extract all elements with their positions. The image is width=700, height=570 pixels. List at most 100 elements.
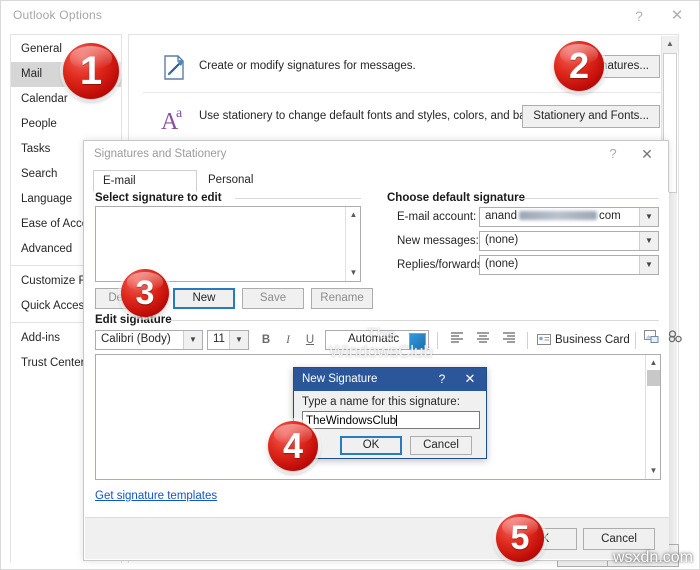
- new-signature-button[interactable]: New: [173, 288, 235, 309]
- svg-text:a: a: [176, 106, 183, 121]
- font-size-value: 11: [213, 333, 225, 345]
- bold-button[interactable]: B: [257, 330, 275, 351]
- new-signature-close-icon[interactable]: ✕: [462, 371, 478, 387]
- editor-scrollbar-thumb[interactable]: [647, 370, 660, 386]
- rename-signature-label: Rename: [320, 292, 364, 304]
- outlook-options-titlebar: Outlook Options ? ✕: [1, 1, 699, 31]
- new-messages-value: (none): [485, 234, 519, 246]
- signatures-cancel-label: Cancel: [601, 533, 637, 545]
- signatures-and-stationery-dialog: Signatures and Stationery ? ✕ E-mail Sig…: [83, 140, 682, 561]
- font-color-value: Automatic: [348, 333, 400, 345]
- insert-picture-icon[interactable]: [641, 330, 661, 351]
- stationery-and-fonts-button[interactable]: Stationery and Fonts...: [522, 105, 660, 128]
- signature-list-scroll-down-icon[interactable]: ▼: [346, 266, 361, 280]
- business-card-icon: [537, 332, 551, 353]
- edit-signature-group-rule: [167, 320, 659, 321]
- tab-personal-stationery[interactable]: Personal Stationery: [199, 170, 315, 207]
- align-center-icon[interactable]: [473, 330, 493, 351]
- replies-forwards-chevron-down-icon[interactable]: ▼: [639, 256, 658, 274]
- screenshot-root: Outlook Options ? ✕ General Mail Calenda…: [0, 0, 700, 570]
- callout-badge-4: 4: [268, 421, 318, 471]
- new-signature-ok-label: OK: [362, 439, 380, 451]
- signatures-row-text: Create or modify signatures for messages…: [199, 60, 416, 72]
- signatures-dialog-footer: OK Cancel: [85, 517, 669, 559]
- new-signature-label: New: [192, 292, 216, 304]
- toolbar-separator-3: [635, 332, 636, 349]
- italic-button[interactable]: I: [279, 330, 297, 351]
- rename-signature-button[interactable]: Rename: [311, 288, 373, 309]
- help-icon[interactable]: ?: [629, 6, 649, 26]
- signature-list-scrollbar[interactable]: ▲ ▼: [345, 207, 360, 281]
- stationery-font-icon: A a: [159, 103, 189, 135]
- toolbar-separator-2: [527, 332, 528, 349]
- font-size-combo[interactable]: 11 ▼: [207, 330, 249, 350]
- signatures-close-icon[interactable]: ✕: [638, 145, 656, 163]
- font-family-combo[interactable]: Calibri (Body) ▼: [95, 330, 203, 350]
- stationery-row: A a Use stationery to change default fon…: [143, 92, 664, 142]
- signatures-tabstrip: E-mail Signature Personal Stationery: [93, 170, 661, 208]
- callout-badge-3: 3: [121, 269, 169, 317]
- business-card-button[interactable]: Business Card: [537, 330, 631, 351]
- font-color-swatch-icon[interactable]: [409, 333, 426, 350]
- replies-forwards-label: Replies/forwards:: [397, 259, 486, 271]
- select-signature-group-label: Select signature to edit: [95, 192, 227, 204]
- sidebar-item-people[interactable]: People: [11, 112, 121, 137]
- text-caret: [396, 415, 398, 426]
- align-left-icon[interactable]: [447, 330, 467, 351]
- signature-icon: [159, 53, 189, 83]
- stationery-and-fonts-button-label: Stationery and Fonts...: [533, 110, 649, 122]
- default-signature-group-rule: [517, 198, 659, 199]
- email-account-chevron-down-icon[interactable]: ▼: [639, 208, 658, 226]
- signatures-cancel-button[interactable]: Cancel: [583, 528, 655, 550]
- signature-list-scroll-up-icon[interactable]: ▲: [346, 208, 361, 222]
- callout-badge-1: 1: [63, 43, 119, 99]
- signature-format-toolbar: Calibri (Body) ▼ 11 ▼ B I U Automatic Bu…: [95, 330, 682, 352]
- tab-email-signature[interactable]: E-mail Signature: [93, 170, 197, 208]
- new-messages-chevron-down-icon[interactable]: ▼: [639, 232, 658, 250]
- select-signature-group-rule: [235, 198, 361, 199]
- new-signature-title: New Signature: [302, 373, 378, 385]
- business-card-label: Business Card: [555, 334, 630, 346]
- font-size-chevron-down-icon[interactable]: ▼: [229, 331, 248, 349]
- new-signature-help-icon[interactable]: ?: [434, 371, 450, 387]
- signatures-help-icon[interactable]: ?: [604, 145, 622, 163]
- underline-button[interactable]: U: [301, 330, 319, 351]
- font-family-value: Calibri (Body): [101, 333, 171, 345]
- email-account-label: E-mail account:: [397, 211, 477, 223]
- email-account-combo[interactable]: anand com ▼: [479, 207, 659, 227]
- page-title: Outlook Options: [13, 8, 103, 22]
- email-account-value: anand com: [485, 210, 621, 222]
- replies-forwards-combo[interactable]: (none) ▼: [479, 255, 659, 275]
- toolbar-separator-1: [437, 332, 438, 349]
- new-signature-ok-button[interactable]: OK: [340, 436, 402, 455]
- redacted-email-part: [518, 211, 597, 220]
- default-signature-group-label: Choose default signature: [387, 192, 531, 204]
- get-signature-templates-link[interactable]: Get signature templates: [95, 490, 217, 502]
- editor-scroll-up-icon[interactable]: ▲: [646, 356, 661, 370]
- email-signature-panel: Select signature to edit ▲ ▼ Delete New …: [85, 192, 682, 517]
- new-messages-combo[interactable]: (none) ▼: [479, 231, 659, 251]
- signature-editor-scrollbar[interactable]: ▲ ▼: [645, 355, 660, 479]
- edit-signature-group-label: Edit signature: [95, 314, 177, 326]
- save-signature-label: Save: [259, 292, 287, 304]
- new-messages-label: New messages:: [397, 235, 479, 247]
- editor-scroll-down-icon[interactable]: ▼: [646, 464, 661, 478]
- callout-badge-2: 2: [554, 41, 604, 91]
- font-family-chevron-down-icon[interactable]: ▼: [183, 331, 202, 349]
- insert-hyperlink-icon[interactable]: [665, 330, 685, 351]
- new-signature-dialog: New Signature ? ✕ Type a name for this s…: [293, 367, 487, 459]
- signature-name-input[interactable]: TheWindowsClub: [302, 411, 480, 429]
- scroll-up-icon[interactable]: ▲: [662, 36, 678, 52]
- font-color-combo[interactable]: Automatic: [325, 330, 429, 350]
- close-icon[interactable]: ✕: [667, 6, 687, 26]
- new-signature-prompt: Type a name for this signature:: [302, 396, 460, 408]
- align-right-icon[interactable]: [499, 330, 519, 351]
- callout-badge-5: 5: [496, 514, 544, 562]
- replies-forwards-value: (none): [485, 258, 519, 270]
- save-signature-button[interactable]: Save: [242, 288, 304, 309]
- signatures-dialog-titlebar: Signatures and Stationery ? ✕: [84, 141, 668, 169]
- new-signature-cancel-label: Cancel: [423, 439, 459, 451]
- new-signature-cancel-button[interactable]: Cancel: [410, 436, 472, 455]
- new-signature-titlebar: New Signature ? ✕: [294, 368, 486, 391]
- signatures-dialog-title: Signatures and Stationery: [94, 148, 227, 160]
